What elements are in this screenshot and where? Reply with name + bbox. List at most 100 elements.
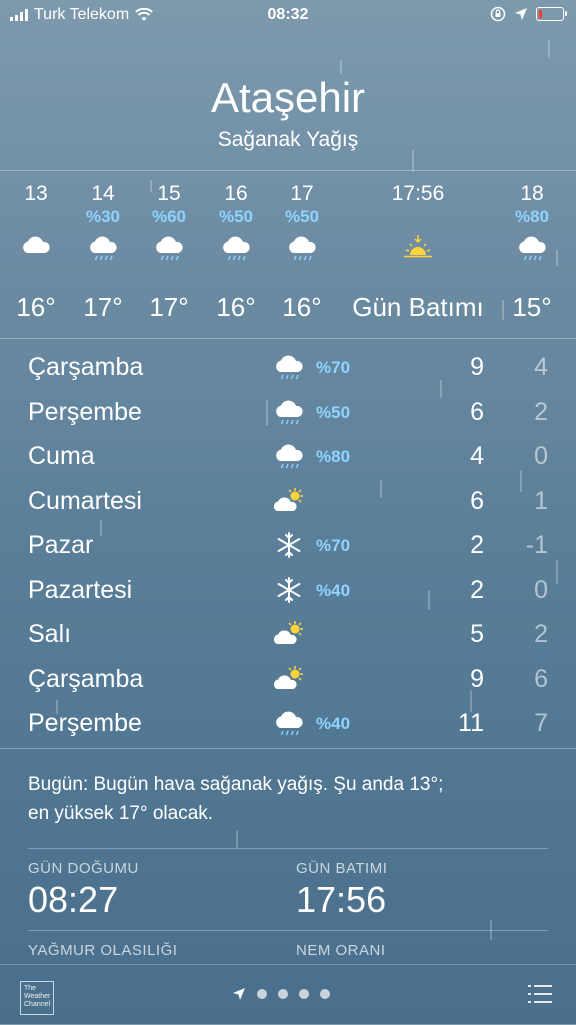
humidity-title: NEM ORANI (296, 942, 386, 959)
day-name: Pazar (28, 531, 94, 559)
divider (0, 338, 576, 339)
precip-chance: %40 (316, 580, 351, 600)
daily-row: Çarşamba %70 9 4 (0, 346, 576, 391)
current-condition: Sağanak Yağış (217, 128, 359, 151)
daily-row: Perşembe %50 6 2 (0, 391, 576, 436)
divider (0, 170, 576, 171)
hour-label: 16 (224, 182, 248, 205)
hourly-item: 17 %50 16° (267, 182, 337, 323)
location-arrow-icon (233, 988, 245, 1000)
day-name: Perşembe (28, 397, 142, 426)
snowflake-icon (272, 530, 306, 560)
snowflake-icon (272, 575, 306, 605)
city-list-icon[interactable] (528, 985, 552, 1009)
daily-row: Pazartesi %40 2 0 (0, 569, 576, 614)
bottom-toolbar: The Weather Channel (0, 964, 576, 1025)
low-temperature: 1 (534, 486, 548, 515)
hour-temperature: 15° (512, 292, 552, 322)
precip-chance: %50 (284, 207, 320, 226)
precip-chance: %80 (514, 207, 550, 226)
high-temperature: 6 (470, 397, 484, 426)
rain-cloud-icon (497, 228, 567, 268)
weather-channel-logo[interactable]: The Weather Channel (20, 981, 54, 1015)
divider (28, 848, 548, 849)
sunset-icon (343, 228, 493, 268)
low-temperature: 0 (534, 575, 548, 604)
day-name: Cuma (28, 442, 95, 470)
high-temperature: 11 (458, 709, 484, 737)
hour-label: 14 (91, 182, 115, 205)
precip-chance (343, 206, 493, 228)
daily-row: Salı 5 2 (0, 613, 576, 658)
divider (28, 930, 548, 931)
hour-label: 18 (520, 182, 544, 205)
orientation-lock-icon (490, 6, 506, 22)
low-temperature: 6 (534, 664, 548, 693)
summary-line-1: Bugün: Bugün hava sağanak yağış. Şu anda… (28, 774, 444, 795)
high-temperature: 2 (470, 575, 484, 604)
high-temperature: 5 (470, 620, 484, 648)
sunrise-title: GÜN DOĞUMU (28, 860, 139, 877)
partly-sunny-icon (272, 619, 306, 649)
day-name: Pazartesi (28, 575, 133, 604)
divider (0, 748, 576, 749)
rain-cloud-icon (201, 228, 271, 268)
high-temperature: 2 (470, 531, 484, 559)
low-temperature: -1 (525, 531, 548, 559)
precip-chance: %70 (316, 536, 351, 555)
rain-cloud-icon (272, 352, 306, 382)
page-dot (299, 989, 309, 999)
precip-chance: %60 (151, 207, 187, 226)
daily-forecast: Çarşamba %70 9 4 Perşembe %50 6 2 Cuma %80… (0, 346, 576, 747)
hour-temperature: 16° (16, 292, 56, 322)
hourly-item: 17:56 Gün Batımı (343, 182, 493, 323)
city-name: Ataşehir (210, 74, 366, 121)
hourly-item: 18 %80 15° (497, 182, 567, 323)
partly-sunny-icon (272, 664, 306, 694)
low-temperature: 2 (534, 397, 548, 426)
daily-row: Perşembe %40 11 7 (0, 702, 576, 747)
hourly-item: 15 %60 17° (134, 182, 204, 323)
page-dot (257, 989, 267, 999)
hour-label: 17 (290, 182, 314, 205)
precip-chance: %50 (316, 402, 351, 422)
high-temperature: 6 (470, 486, 484, 515)
humidity-detail: NEM ORANI (296, 942, 386, 959)
hourly-item: 14 %30 17° (68, 182, 138, 323)
low-temperature: 7 (534, 709, 548, 737)
location-arrow-icon (515, 8, 527, 20)
sunset-detail: GÜN BATIMI 17:56 (296, 860, 387, 921)
rain-chance-title: YAĞMUR OLASILIĞI (28, 942, 178, 959)
hour-temperature: 16° (282, 292, 322, 322)
precip-chance (1, 206, 71, 228)
precip-chance: %80 (316, 447, 351, 466)
sunset-value: 17:56 (296, 879, 387, 920)
high-temperature: 4 (470, 442, 484, 470)
page-indicator[interactable] (232, 987, 330, 1001)
daily-row: Çarşamba 9 6 (0, 658, 576, 703)
daily-row: Cumartesi 6 1 (0, 480, 576, 525)
battery-icon (536, 7, 567, 21)
high-temperature: 9 (470, 664, 484, 693)
rain-cloud-icon (272, 397, 306, 427)
page-dot (278, 989, 288, 999)
sunrise-detail: GÜN DOĞUMU 08:27 (28, 860, 139, 921)
hour-label: 15 (157, 182, 181, 205)
cloud-icon (1, 228, 71, 268)
hourly-forecast[interactable]: 13 16° 14 %30 17° 15 %60 17° 16 %50 16° 17 %… (0, 182, 576, 332)
partly-sunny-icon (272, 486, 306, 516)
precip-chance: %40 (316, 714, 351, 733)
summary-line-2: en yüksek 17° olacak. (28, 803, 214, 824)
hour-temperature: Gün Batımı (352, 292, 484, 322)
hour-temperature: 16° (216, 292, 256, 322)
hour-label: 13 (24, 182, 48, 205)
rain-cloud-icon (272, 441, 306, 471)
high-temperature: 9 (470, 353, 484, 381)
low-temperature: 4 (534, 353, 548, 381)
rain-cloud-icon (134, 228, 204, 268)
sunset-title: GÜN BATIMI (296, 860, 388, 877)
day-name: Cumartesi (28, 486, 142, 515)
precip-chance: %50 (218, 207, 254, 226)
daily-row: Cuma %80 4 0 (0, 435, 576, 480)
precip-chance: %70 (316, 358, 351, 377)
